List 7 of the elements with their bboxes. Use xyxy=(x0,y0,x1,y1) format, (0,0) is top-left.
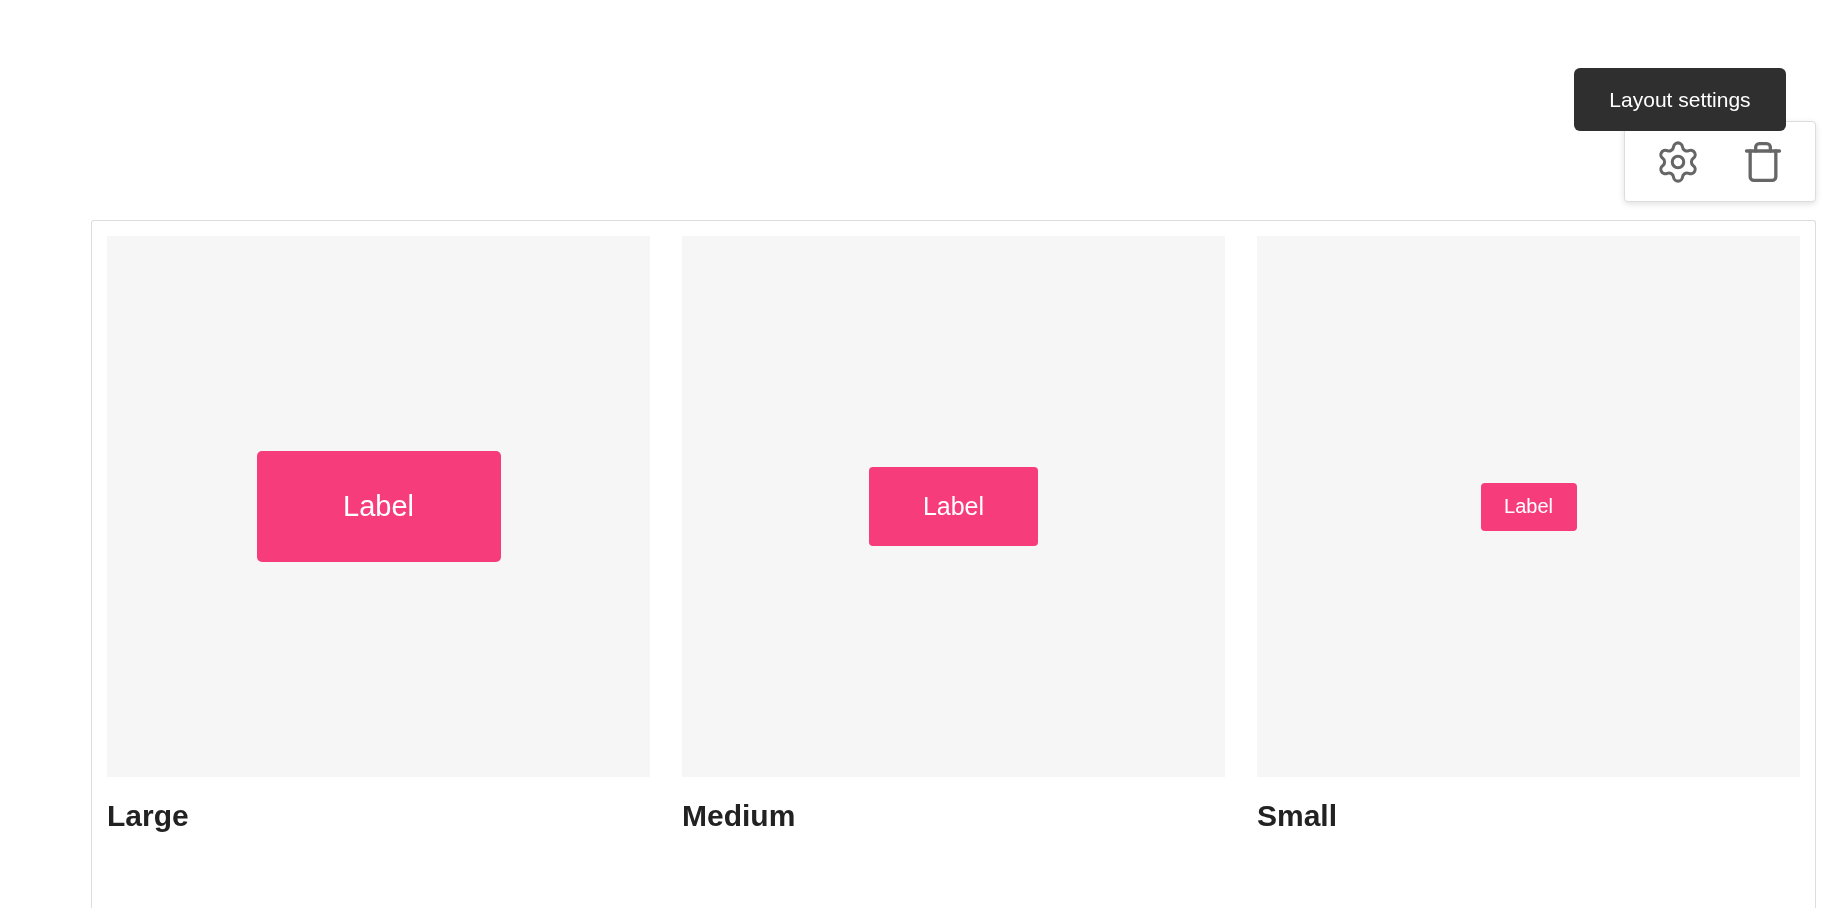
tooltip: Layout settings xyxy=(1574,68,1786,131)
label-button[interactable]: Label xyxy=(869,467,1038,546)
size-caption: Small xyxy=(1257,799,1339,833)
size-caption: Medium xyxy=(682,799,797,833)
size-caption: Large xyxy=(107,799,190,833)
label-button[interactable]: Label xyxy=(256,451,501,562)
label-button[interactable]: Label xyxy=(1480,482,1577,531)
